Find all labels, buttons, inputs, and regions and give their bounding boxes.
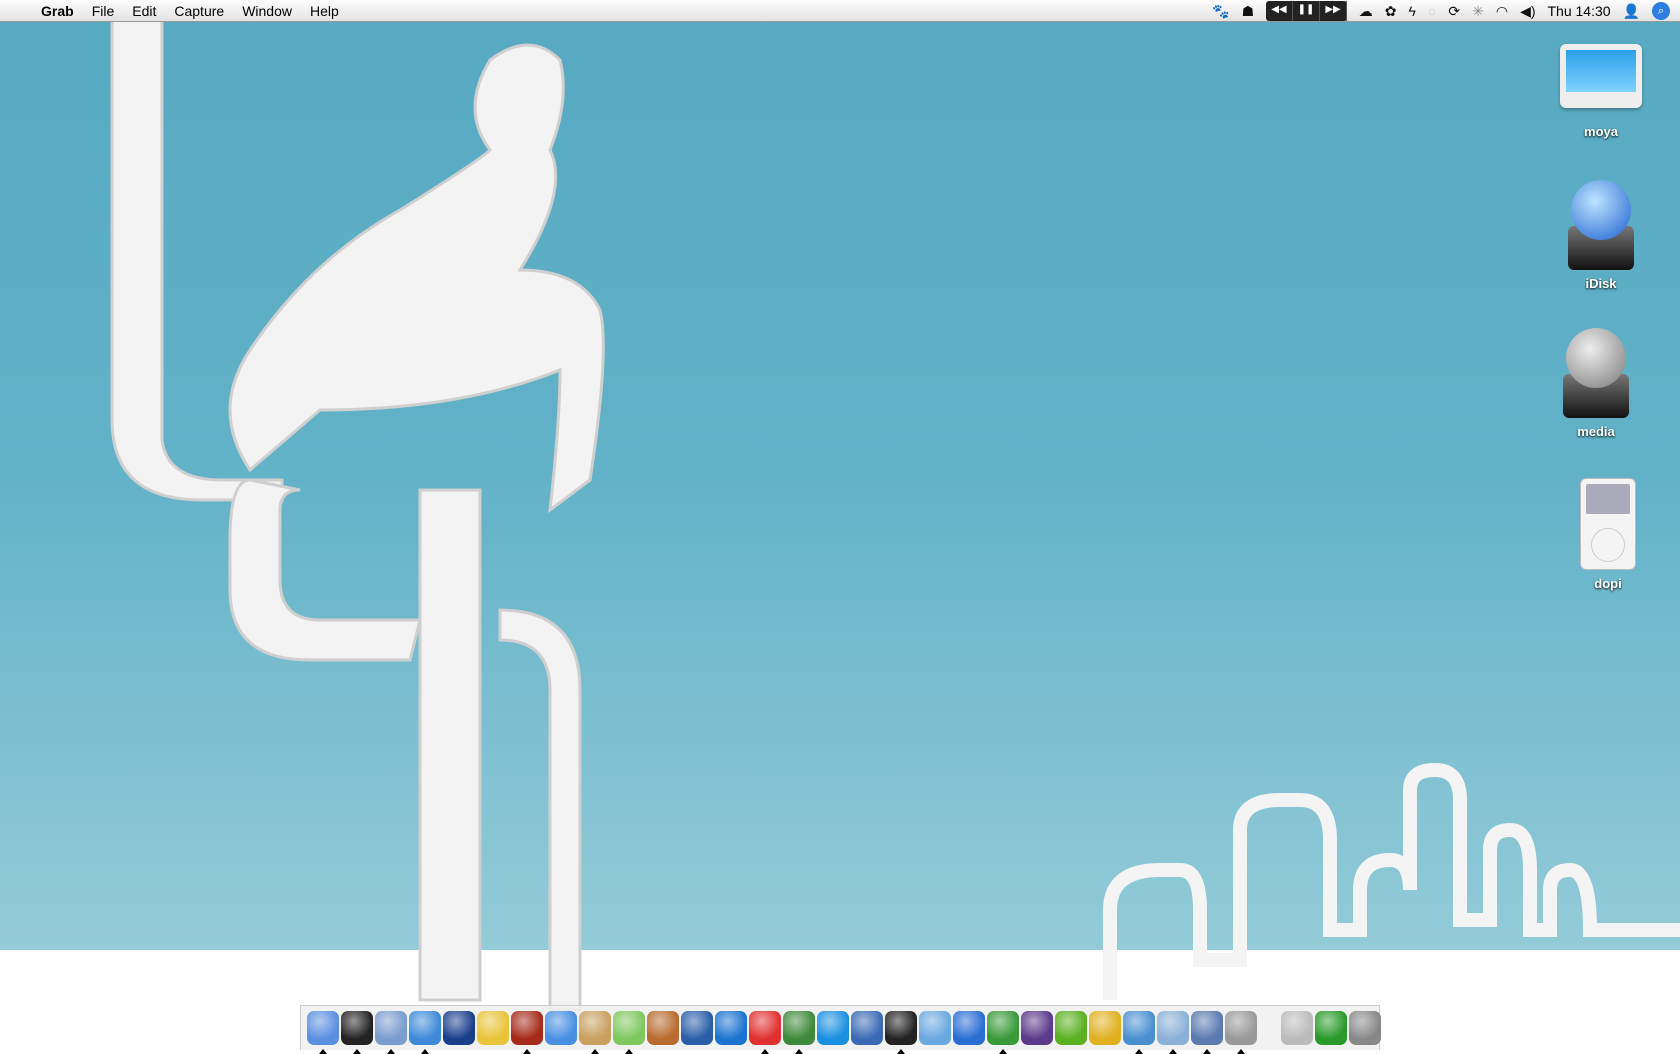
computer-icon <box>1560 44 1642 108</box>
menu-capture[interactable]: Capture <box>165 0 233 22</box>
dock-ichat-icon[interactable] <box>545 1011 577 1045</box>
dock-imovie-icon[interactable] <box>681 1011 713 1045</box>
flash-icon[interactable]: ϟ <box>1408 3 1415 19</box>
volume-icon[interactable]: ◀) <box>1520 3 1535 20</box>
desktop-icon-dopi[interactable]: dopi <box>1553 478 1663 591</box>
dock-network-icon[interactable] <box>477 1011 509 1045</box>
icon-label: iDisk <box>1585 276 1617 291</box>
hood-icon[interactable]: ☗ <box>1242 3 1255 20</box>
wifi-icon[interactable]: ◠ <box>1496 3 1508 20</box>
ghost-icon[interactable]: ☁ <box>1359 3 1373 20</box>
menu-edit[interactable]: Edit <box>123 0 165 22</box>
rewind-icon[interactable]: ◀◀ <box>1266 1 1293 21</box>
menu-file[interactable]: File <box>83 0 124 22</box>
bluetooth-icon[interactable]: ✳ <box>1472 3 1484 20</box>
dock-utility-icon[interactable] <box>1225 1011 1257 1054</box>
dock-iphoto-icon[interactable] <box>647 1011 679 1045</box>
dock-mail-at-icon[interactable] <box>1281 1011 1313 1045</box>
dock-mail-stamp-icon[interactable] <box>375 1011 407 1054</box>
network-drive-icon <box>1563 328 1629 418</box>
dock-excel-icon[interactable] <box>987 1011 1019 1054</box>
spotlight-icon[interactable]: ⌕ <box>1652 2 1670 20</box>
clock[interactable]: Thu 14:30 <box>1548 3 1611 19</box>
dock-ical-icon[interactable] <box>749 1011 781 1054</box>
dock-finder-icon[interactable] <box>307 1011 339 1054</box>
dock-dashboard-icon[interactable] <box>341 1011 373 1054</box>
dock-image-capture-icon[interactable] <box>1191 1011 1223 1054</box>
dock-dreamweaver-icon[interactable] <box>1055 1011 1087 1045</box>
dock-wizard-icon[interactable] <box>1021 1011 1053 1045</box>
fast-forward-icon[interactable]: ▶▶ <box>1320 1 1347 21</box>
dock-domo-icon[interactable] <box>511 1011 543 1054</box>
sync-icon[interactable]: ⟳ <box>1448 3 1460 20</box>
growl-icon[interactable]: ✿ <box>1385 3 1397 20</box>
ipod-icon <box>1580 478 1636 570</box>
dock-quicktime-icon[interactable] <box>817 1011 849 1045</box>
desktop-icon-media[interactable]: media <box>1541 328 1651 439</box>
user-icon[interactable]: 👤 <box>1623 3 1640 20</box>
dock-trash-icon[interactable] <box>1349 1011 1381 1045</box>
dock-address-book-icon[interactable] <box>579 1011 611 1054</box>
desktop-icon-moya[interactable]: moya <box>1546 44 1656 139</box>
dock-search-tool-icon[interactable] <box>919 1011 951 1045</box>
dock-cyberduck-icon[interactable] <box>783 1011 815 1054</box>
dock-vnc-icon[interactable] <box>1315 1011 1347 1045</box>
dock-word-icon[interactable] <box>953 1011 985 1045</box>
dock-golive-icon[interactable] <box>443 1011 475 1045</box>
dock-terminal-icon[interactable] <box>885 1011 917 1054</box>
dock-windows-icon[interactable] <box>1157 1011 1189 1054</box>
wallpaper-thinker-art <box>110 18 1680 1012</box>
dock-safari-icon[interactable] <box>409 1011 441 1054</box>
itunes-controls: ◀◀ ❚❚ ▶▶ <box>1266 1 1347 21</box>
pause-icon[interactable]: ❚❚ <box>1293 1 1321 21</box>
dock-xcode-icon[interactable] <box>1123 1011 1155 1054</box>
menu-help[interactable]: Help <box>301 0 348 22</box>
dock <box>300 1005 1381 1054</box>
app-menu[interactable]: Grab <box>32 0 83 22</box>
dock-idvd-icon[interactable] <box>715 1011 747 1045</box>
dock-preview-icon[interactable] <box>851 1011 883 1045</box>
desktop-icon-idisk[interactable]: iDisk <box>1546 180 1656 291</box>
dock-fireworks-icon[interactable] <box>1089 1011 1121 1045</box>
chat-bubble-icon[interactable]: ○ <box>1428 3 1436 19</box>
icon-label: dopi <box>1594 576 1622 591</box>
icon-label: media <box>1577 424 1615 439</box>
idisk-icon <box>1568 180 1634 270</box>
paw-icon[interactable]: 🐾 <box>1212 3 1229 20</box>
icon-label: moya <box>1584 124 1618 139</box>
menu-window[interactable]: Window <box>233 0 301 22</box>
dock-itunes-icon[interactable] <box>613 1011 645 1054</box>
menu-bar: Grab File Edit Capture Window Help 🐾 ☗ ◀… <box>0 0 1680 22</box>
